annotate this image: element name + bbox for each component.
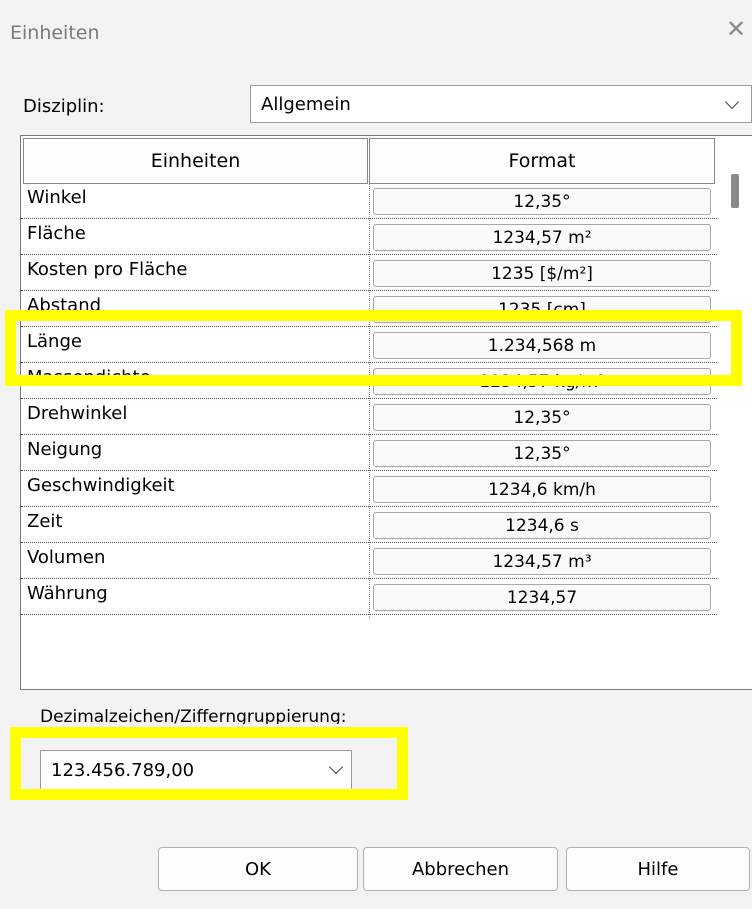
unit-name: Zeit [27,511,63,532]
row-separator [21,254,717,255]
table-row[interactable]: Abstand 1235 [cm] [21,292,717,328]
unit-name: Neigung [27,439,103,460]
row-separator [21,470,717,471]
row-separator [21,578,717,579]
discipline-select[interactable]: Allgemein [250,85,752,123]
format-button[interactable]: 1235 [cm] [373,296,711,323]
unit-name: Massendichte [27,367,151,388]
format-button[interactable]: 1234,57 [373,584,711,611]
close-icon[interactable]: ✕ [726,17,746,41]
decimal-separator-value: 123.456.789,00 [51,760,195,781]
discipline-value: Allgemein [261,94,351,115]
dialog-title: Einheiten [10,22,100,44]
table-row[interactable]: Neigung 12,35° [21,436,717,472]
decimal-separator-label: Dezimalzeichen/Zifferngruppierung: [40,707,347,724]
decimal-separator-select[interactable]: 123.456.789,00 [40,750,352,790]
table-row[interactable]: Massendichte 1234,57 kg/m³ [21,364,717,400]
table-row[interactable]: Drehwinkel 12,35° [21,400,717,436]
table-row[interactable]: Länge 1.234,568 m [21,328,717,364]
units-table: Einheiten Format Winkel 12,35° Fläche 1234,… [20,135,752,690]
format-button[interactable]: 12,35° [373,188,711,215]
unit-name: Kosten pro Fläche [27,259,188,280]
format-button[interactable]: 1.234,568 m [373,332,711,359]
cancel-button[interactable]: Abbrechen [363,847,558,891]
row-separator [21,434,717,435]
column-header-units[interactable]: Einheiten [23,138,368,184]
format-button[interactable]: 1234,57 kg/m³ [373,368,711,395]
table-row[interactable]: Währung 1234,57 [21,580,717,616]
ok-button[interactable]: OK [158,847,358,891]
unit-name: Länge [27,331,82,352]
help-button[interactable]: Hilfe [566,847,750,891]
table-row[interactable]: Volumen 1234,57 m³ [21,544,717,580]
scrollbar-thumb[interactable] [731,174,739,208]
table-row[interactable]: Zeit 1234,6 s [21,508,717,544]
table-row[interactable]: Kosten pro Fläche 1235 [$/m²] [21,256,717,292]
format-button[interactable]: 1234,6 s [373,512,711,539]
row-separator [21,542,717,543]
format-button[interactable]: 12,35° [373,404,711,431]
unit-name: Drehwinkel [27,403,128,424]
discipline-label: Disziplin: [23,96,105,117]
unit-name: Abstand [27,295,102,316]
format-button[interactable]: 12,35° [373,440,711,467]
unit-name: Geschwindigkeit [27,475,175,496]
column-header-format[interactable]: Format [369,138,715,184]
row-separator [21,290,717,291]
table-row[interactable]: Fläche 1234,57 m² [21,220,717,256]
format-button[interactable]: 1234,6 km/h [373,476,711,503]
row-separator [21,614,717,615]
row-separator [21,326,717,327]
chevron-down-icon [724,94,740,110]
row-separator [21,398,717,399]
row-separator [21,362,717,363]
unit-name: Winkel [27,187,87,208]
table-row[interactable]: Winkel 12,35° [21,184,717,220]
unit-name: Volumen [27,547,106,568]
format-button[interactable]: 1234,57 m² [373,224,711,251]
format-button[interactable]: 1235 [$/m²] [373,260,711,287]
table-row[interactable]: Geschwindigkeit 1234,6 km/h [21,472,717,508]
chevron-down-icon [328,759,344,775]
unit-name: Währung [27,583,108,604]
vertical-scrollbar[interactable] [719,138,752,689]
format-button[interactable]: 1234,57 m³ [373,548,711,575]
row-separator [21,506,717,507]
unit-name: Fläche [27,223,86,244]
row-separator [21,218,717,219]
title-bar: Einheiten ✕ [0,0,752,66]
